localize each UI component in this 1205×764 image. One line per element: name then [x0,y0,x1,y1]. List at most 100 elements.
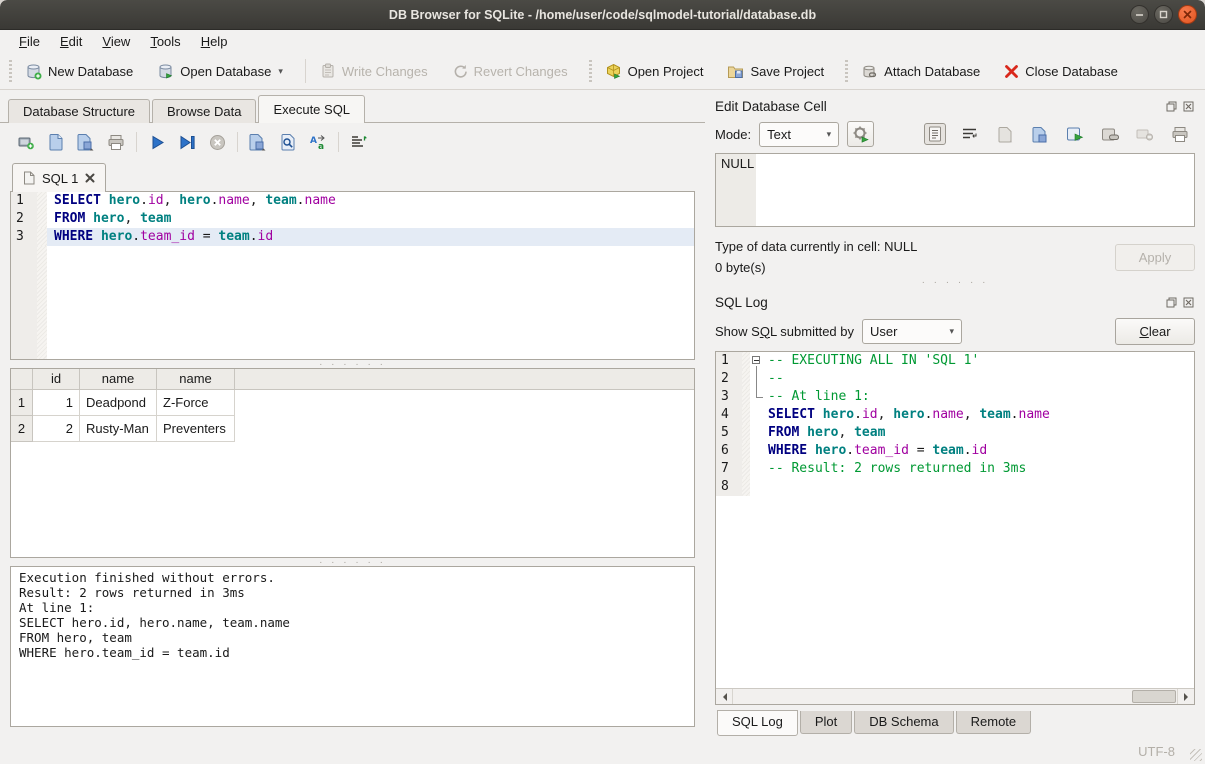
results-grid[interactable]: idnamename11DeadpondZ-Force22Rusty-ManPr… [10,368,695,558]
menu-tools[interactable]: Tools [141,32,189,51]
editor-results-splitter[interactable]: · · · · · · [10,360,695,368]
row-header[interactable]: 1 [11,390,33,416]
close-database-button[interactable]: Close Database [996,60,1126,83]
row-header[interactable]: 2 [11,416,33,442]
text-mode-icon[interactable] [924,123,946,145]
close-panel-icon[interactable] [1182,100,1195,113]
tab-browse-data[interactable]: Browse Data [152,99,256,123]
tab-remote[interactable]: Remote [956,711,1032,734]
new-sql-tab-icon[interactable] [16,132,36,152]
minimize-button[interactable] [1130,5,1149,24]
format-sql-icon[interactable] [349,132,369,152]
tab-database-structure[interactable]: Database Structure [8,99,150,123]
table-cell[interactable]: 2 [33,416,80,442]
table-cell[interactable]: Preventers [157,416,235,442]
mode-select[interactable]: Text ▾ [759,122,839,147]
open-database-dropdown-caret[interactable]: ▾ [278,66,283,77]
scrollbar-track[interactable] [733,689,1177,704]
auto-apply-button[interactable] [847,121,874,147]
edit-cell-title: Edit Database Cell [715,99,827,114]
fold-marker-icon[interactable] [750,352,764,370]
open-external-icon[interactable] [1099,123,1121,145]
execute-current-line-icon[interactable] [177,132,197,152]
tab-plot[interactable]: Plot [800,711,852,734]
results-output-splitter[interactable]: · · · · · · [10,558,695,566]
execution-output[interactable]: Execution finished without errors. Resul… [10,566,695,727]
toolbar-drag-handle[interactable] [7,60,14,82]
revert-changes-button[interactable]: Revert Changes [444,59,576,83]
sql-1-tab[interactable]: SQL 1 [12,163,106,192]
fold-margin [37,246,47,359]
close-tab-icon[interactable] [85,173,95,183]
open-database-button[interactable]: Open Database ▾ [149,59,291,84]
titlebar[interactable]: DB Browser for SQLite - /home/user/code/… [0,0,1205,30]
cell-value-editor[interactable]: NULL [715,153,1195,227]
write-changes-button[interactable]: Write Changes [312,59,436,83]
log-line: 1-- EXECUTING ALL IN 'SQL 1' [716,352,1194,370]
revert-changes-label: Revert Changes [474,64,568,79]
table-row[interactable]: 11DeadpondZ-Force [11,390,694,416]
stop-execution-icon[interactable] [207,132,227,152]
toolbar-drag-handle[interactable] [843,60,850,82]
execute-all-icon[interactable] [147,132,167,152]
table-cell[interactable]: 1 [33,390,80,416]
scrollbar-thumb[interactable] [1132,690,1176,703]
import-cell-data-icon[interactable] [1029,123,1051,145]
find-in-sql-icon[interactable] [278,132,298,152]
table-cell[interactable]: Deadpond [80,390,157,416]
column-header[interactable]: name [157,369,235,389]
table-cell[interactable]: Z-Force [157,390,235,416]
menu-view[interactable]: View [93,32,139,51]
save-sql-file-icon[interactable] [76,132,96,152]
open-project-button[interactable]: Open Project [597,59,712,84]
encoding-indicator[interactable]: UTF-8 [1138,744,1175,759]
column-header[interactable]: name [80,369,157,389]
clear-log-button[interactable]: Clear [1115,318,1195,345]
word-wrap-icon[interactable] [959,123,981,145]
code-line[interactable]: 3WHERE hero.team_id = team.id [11,228,694,246]
tab-execute-sql[interactable]: Execute SQL [258,95,365,123]
toolbar-drag-handle[interactable] [587,60,594,82]
set-null-icon[interactable] [1134,123,1156,145]
results-corner-cell[interactable] [11,369,33,389]
log-horizontal-scrollbar[interactable] [716,688,1194,704]
open-sql-file-icon[interactable] [46,132,66,152]
menu-file[interactable]: File [10,32,49,51]
maximize-button[interactable] [1154,5,1173,24]
new-database-label: New Database [48,64,133,79]
attach-database-button[interactable]: Attach Database [853,59,988,84]
new-database-button[interactable]: New Database [17,59,141,84]
scroll-right-icon[interactable] [1177,689,1194,704]
find-replace-icon[interactable]: Aa [308,132,328,152]
menu-help[interactable]: Help [192,32,237,51]
save-project-button[interactable]: Save Project [719,59,832,84]
fold-margin [742,424,750,442]
cell-log-splitter[interactable]: · · · · · · [715,278,1195,286]
menu-edit[interactable]: Edit [51,32,91,51]
export-results-icon[interactable] [248,132,268,152]
sql-log-view[interactable]: 1-- EXECUTING ALL IN 'SQL 1'2--3-- At li… [715,351,1195,705]
resize-grip-icon[interactable] [1190,749,1202,761]
code-line[interactable]: 2FROM hero, team [11,210,694,228]
scroll-left-icon[interactable] [716,689,733,704]
float-panel-icon[interactable] [1165,100,1178,113]
line-number: 8 [716,478,742,496]
apply-button[interactable]: Apply [1115,244,1195,271]
close-button[interactable] [1178,5,1197,24]
table-cell[interactable]: Rusty-Man [80,416,157,442]
code-line[interactable]: 1SELECT hero.id, hero.name, team.name [11,192,694,210]
print-cell-icon[interactable] [1169,123,1191,145]
log-filter-select[interactable]: User ▾ [862,319,962,344]
column-header[interactable]: id [33,369,80,389]
export-cell-data-icon[interactable] [1064,123,1086,145]
line-number: 1 [716,352,742,370]
close-panel-icon[interactable] [1182,296,1195,309]
cell-edit-area[interactable] [756,154,1194,226]
tab-db-schema[interactable]: DB Schema [854,711,953,734]
table-row[interactable]: 22Rusty-ManPreventers [11,416,694,442]
sql-editor[interactable]: 1SELECT hero.id, hero.name, team.name2FR… [10,191,695,360]
print-sql-icon[interactable] [106,132,126,152]
save-cell-icon[interactable] [994,123,1016,145]
tab-sql-log[interactable]: SQL Log [717,710,798,736]
float-panel-icon[interactable] [1165,296,1178,309]
